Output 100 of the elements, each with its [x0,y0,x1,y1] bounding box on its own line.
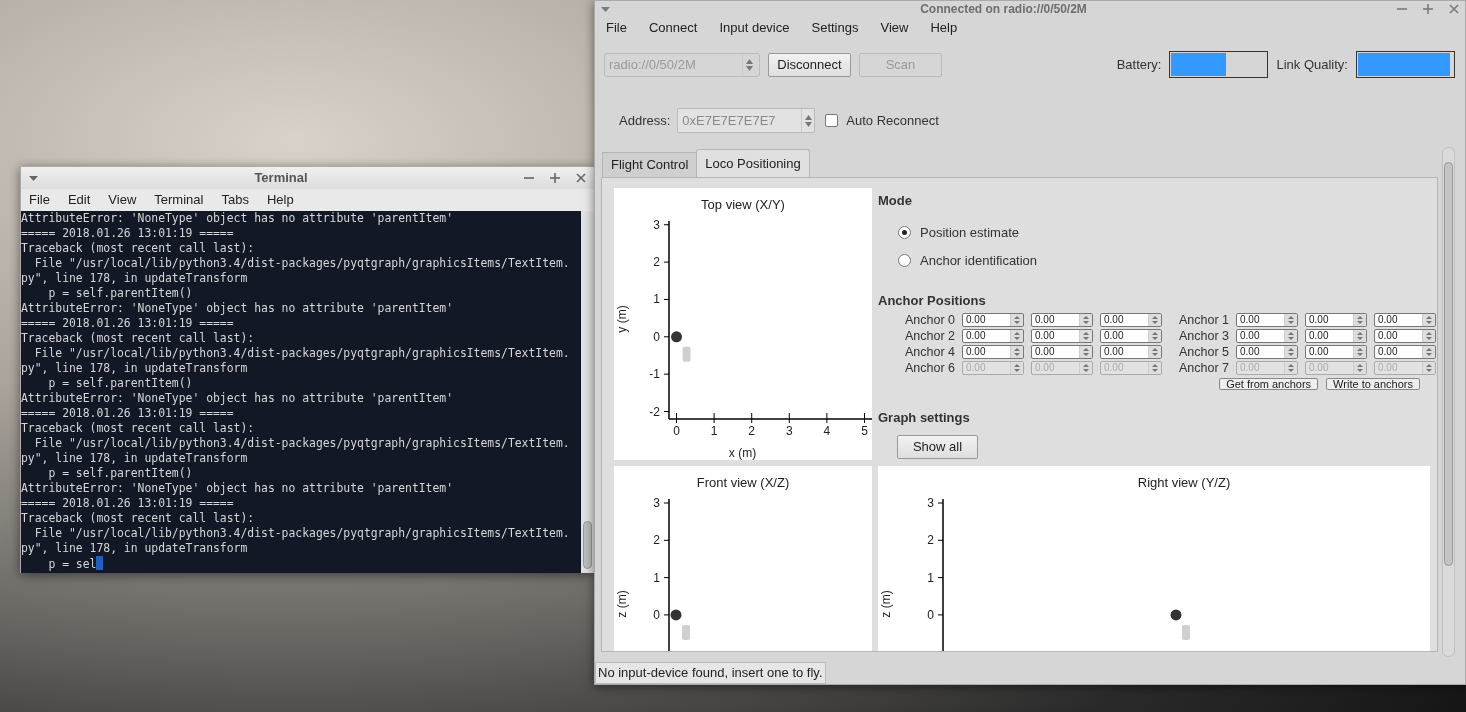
spin-box[interactable]: 0.00 [1031,329,1093,343]
menu-item[interactable]: File [29,190,50,210]
terminal-line: p = sel [47,557,97,571]
spin-box[interactable]: 0.00 [1305,329,1367,343]
chart-title: Front view (X/Z) [696,475,790,490]
tick-label: 3 [653,217,660,232]
spinner-arrows-icon[interactable] [1083,332,1089,340]
terminal-line: p = self.parentItem() [47,376,193,390]
menu-item[interactable]: Settings [811,18,859,38]
window-menu-icon[interactable] [601,4,610,14]
spin-box[interactable]: 0.00 [1374,345,1436,359]
menu-item[interactable]: Input device [719,18,790,38]
menu-item[interactable]: Help [930,18,958,38]
terminal-line: AttributeError: 'NoneType' object has no attribute 'parentItem' [21,391,454,405]
spin-box[interactable]: 0.00 [962,345,1024,359]
tick-label: 0 [673,424,680,438]
terminal-line: py", line 178, in updateTransform [21,361,248,375]
auto-reconnect-checkbox[interactable]: Auto Reconnect [825,110,939,131]
anchor-button[interactable]: Write to anchors [1326,378,1420,390]
spinner-arrows-icon[interactable] [1083,316,1089,324]
terminal-line: Traceback (most recent call last): [21,331,255,345]
spinner-arrows-icon[interactable] [1288,348,1294,356]
terminal-line: File "/usr/local/lib/python3.4/dist-packages/pyqtgraph/graphicsItems/TextItem. [33,346,570,360]
menu-item[interactable]: Edit [67,190,91,210]
anchor-label: Anchor 0 [903,312,955,328]
tick-label: 4 [823,424,831,438]
spinner-arrows-icon[interactable] [1288,316,1294,324]
spinner-arrows-icon[interactable] [1014,348,1020,356]
spinner-arrows-icon[interactable] [1014,332,1020,340]
tick-label: 0 [653,329,660,344]
scrollbar[interactable] [581,211,594,573]
axis-label: x (m) [728,446,757,460]
maximize-icon[interactable] [1423,4,1433,14]
terminal-line: File "/usr/local/lib/python3.4/dist-packages/pyqtgraph/graphicsItems/TextItem. [33,256,570,270]
spin-box[interactable]: 0.00 [1374,329,1436,343]
menu-item[interactable]: View [880,18,909,38]
spinner-arrows-icon[interactable] [1357,332,1363,340]
close-icon[interactable] [1449,4,1459,14]
terminal-line: py", line 178, in updateTransform [21,271,248,285]
window-title: Terminal [253,169,309,188]
window-menu-icon[interactable] [29,173,38,183]
spinner-arrows-icon[interactable] [1152,332,1158,340]
disconnect-button[interactable]: Disconnect [768,52,851,77]
spinner-arrows-icon[interactable] [1288,332,1294,340]
radio-option[interactable]: Position estimate [898,218,1430,247]
terminal-line: ===== 2018.01.26 13:01:19 ===== [21,406,234,420]
menu-item[interactable]: Tabs [221,190,249,210]
spin-box[interactable]: 0.00 [1305,313,1367,327]
spinner-arrows-icon[interactable] [1014,316,1020,324]
tick-label: -2 [649,404,660,419]
spinner-arrows-icon[interactable] [1426,316,1432,324]
show-all-button[interactable]: Show all [897,434,978,459]
tick-label: 3 [785,424,793,438]
tick-label: 2 [653,255,660,270]
spin-box[interactable]: 0.00 [1305,345,1367,359]
tick-label: 2 [748,424,756,438]
spinner-arrows-icon[interactable] [1357,316,1363,324]
terminal-line: ===== 2018.01.26 13:01:19 ===== [21,316,234,330]
tick-label: 2 [653,533,660,548]
tab[interactable]: Flight Control [602,152,698,177]
axis-label: z (m) [615,590,629,618]
spinner-arrows-icon[interactable] [1357,348,1363,356]
menu-item[interactable]: View [108,190,137,210]
terminal-line: py", line 178, in updateTransform [21,541,248,555]
tick-label: 1 [710,424,718,438]
menu-item[interactable]: Connect [648,18,698,38]
spinner-arrows-icon[interactable] [1083,348,1089,356]
spin-box[interactable]: 0.00 [1100,313,1162,327]
spin-box[interactable]: 0.00 [1031,313,1093,327]
spin-box[interactable]: 0.00 [1100,345,1162,359]
scrollbar[interactable] [1442,147,1455,657]
anchor-button[interactable]: Get from anchors [1219,378,1319,390]
spin-box[interactable]: 0.00 [1236,313,1298,327]
spin-box[interactable]: 0.00 [1031,345,1093,359]
spin-box[interactable]: 0.00 [1100,329,1162,343]
menu-item[interactable]: Terminal [154,190,204,210]
terminal-line: AttributeError: 'NoneType' object has no attribute 'parentItem' [21,481,454,495]
chart-title: Right view (Y/Z) [1137,475,1231,490]
spinner-arrows-icon[interactable] [1152,316,1158,324]
tick-label: 2 [927,533,934,548]
spin-box[interactable]: 0.00 [962,329,1024,343]
axis-label: z (m) [879,590,893,618]
tab[interactable]: Loco Positioning [696,149,810,177]
address-label: Address: [619,111,671,130]
spin-box[interactable]: 0.00 [1374,313,1436,327]
spin-box[interactable]: 0.00 [1236,329,1298,343]
maximize-icon[interactable] [550,173,560,183]
menu-item[interactable]: Help [266,190,294,210]
spin-box[interactable]: 0.00 [962,313,1024,327]
spinner-arrows-icon[interactable] [1426,348,1432,356]
spin-box[interactable]: 0.00 [1236,345,1298,359]
radio-option[interactable]: Anchor identification [898,246,1430,275]
terminal-line: File "/usr/local/lib/python3.4/dist-packages/pyqtgraph/graphicsItems/TextItem. [33,526,570,540]
close-icon[interactable] [576,173,586,183]
terminal-line: Traceback (most recent call last): [21,241,255,255]
spinner-arrows-icon[interactable] [1152,348,1158,356]
menu-item[interactable]: File [606,18,627,38]
anchor-label: Anchor 5 [1177,344,1229,360]
spinner-arrows-icon[interactable] [1426,332,1432,340]
window-title: Connected on radio://0/50/2M [919,1,1088,18]
